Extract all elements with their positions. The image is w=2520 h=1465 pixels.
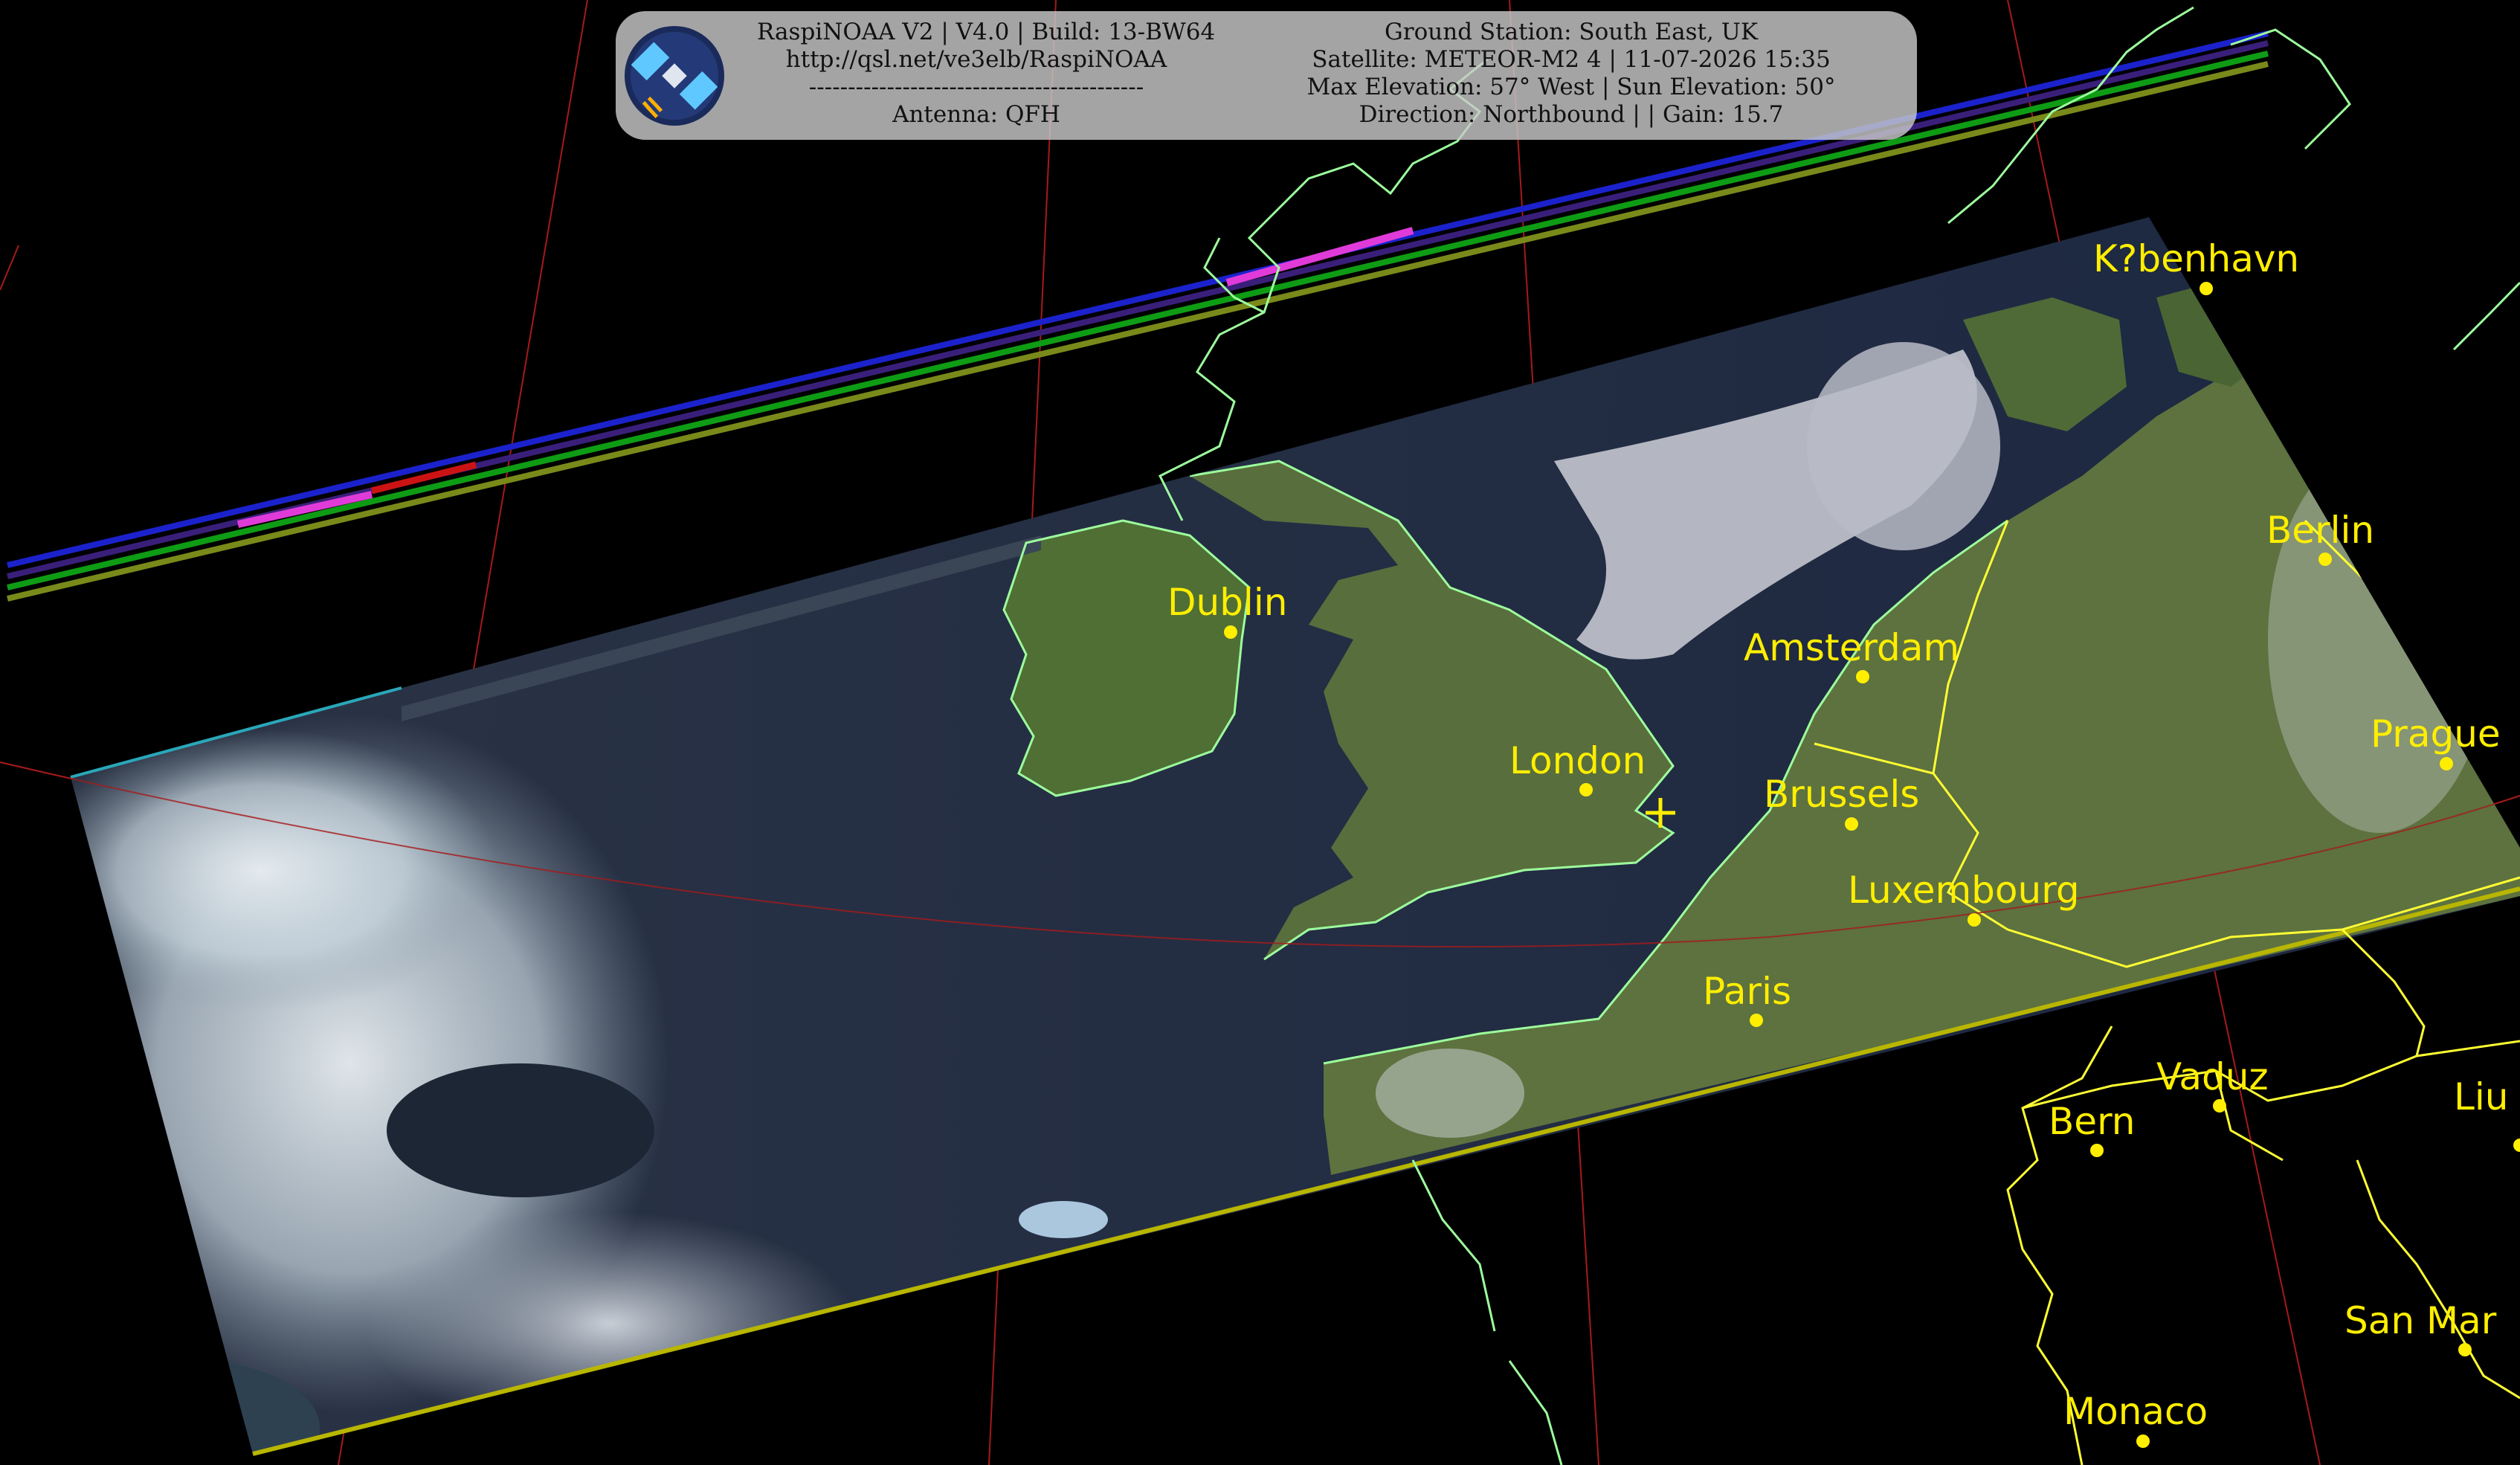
- city-label: Dublin: [1167, 581, 1287, 624]
- city-marker-icon: [1224, 625, 1237, 639]
- satellite-logo-icon: [624, 25, 725, 126]
- city-label: Amsterdam: [1744, 626, 1959, 669]
- city-marker-icon: [2136, 1435, 2150, 1448]
- header-right-column: Ground Station: South East, UK Satellite…: [1248, 19, 1895, 129]
- city-label: Brussels: [1764, 773, 1919, 816]
- header-separator-line: ----------------------------------------…: [808, 74, 1144, 100]
- city-label: Paris: [1703, 970, 1791, 1013]
- header-satellite-line: Satellite: METEOR-M2 4 | 11-07-2026 15:3…: [1312, 46, 1831, 73]
- header-software-line: RaspiNOAA V2 | V4.0 | Build: 13-BW64: [757, 19, 1216, 45]
- header-direction-line: Direction: Northbound | | Gain: 15.7: [1359, 101, 1784, 128]
- city-label: Berlin: [2266, 509, 2374, 552]
- city-label: Bern: [2049, 1100, 2135, 1143]
- city-label: Monaco: [2063, 1390, 2208, 1433]
- city-marker-icon: [2213, 1099, 2226, 1113]
- city-label: Luxembourg: [1848, 869, 2080, 912]
- city-marker-icon: [2200, 282, 2213, 295]
- satellite-map: K?benhavn Berlin Dublin Amsterdam London Brus…: [0, 0, 2520, 1465]
- city-label: Prague: [2371, 712, 2501, 756]
- city-marker-icon: [1750, 1014, 1763, 1027]
- city-marker-icon: [1845, 817, 1858, 831]
- header-left-column: RaspiNOAA V2 | V4.0 | Build: 13-BW64 htt…: [757, 19, 1216, 129]
- city-marker-icon: [2318, 553, 2332, 566]
- city-marker-icon: [2458, 1343, 2472, 1356]
- city-marker-icon: [1968, 913, 1981, 927]
- header-ground-station-line: Ground Station: South East, UK: [1385, 19, 1758, 45]
- city-label: Liu: [2454, 1075, 2508, 1118]
- header-elevation-line: Max Elevation: 57° West | Sun Elevation:…: [1306, 74, 1836, 100]
- city-label: London: [1509, 739, 1646, 782]
- city-marker-icon: [1579, 783, 1593, 796]
- header-url-line: http://qsl.net/ve3elb/RaspiNOAA: [785, 46, 1167, 73]
- city-label: K?benhavn: [2093, 237, 2299, 280]
- city-label: San Mar: [2345, 1299, 2497, 1342]
- header-antenna-line: Antenna: QFH: [892, 101, 1060, 128]
- city-marker-icon: [2090, 1144, 2104, 1157]
- city-marker-icon: [2440, 757, 2453, 770]
- city-label: Vaduz: [2156, 1055, 2269, 1098]
- city-marker-icon: [1856, 670, 1869, 683]
- pass-info-header: RaspiNOAA V2 | V4.0 | Build: 13-BW64 htt…: [616, 11, 1917, 140]
